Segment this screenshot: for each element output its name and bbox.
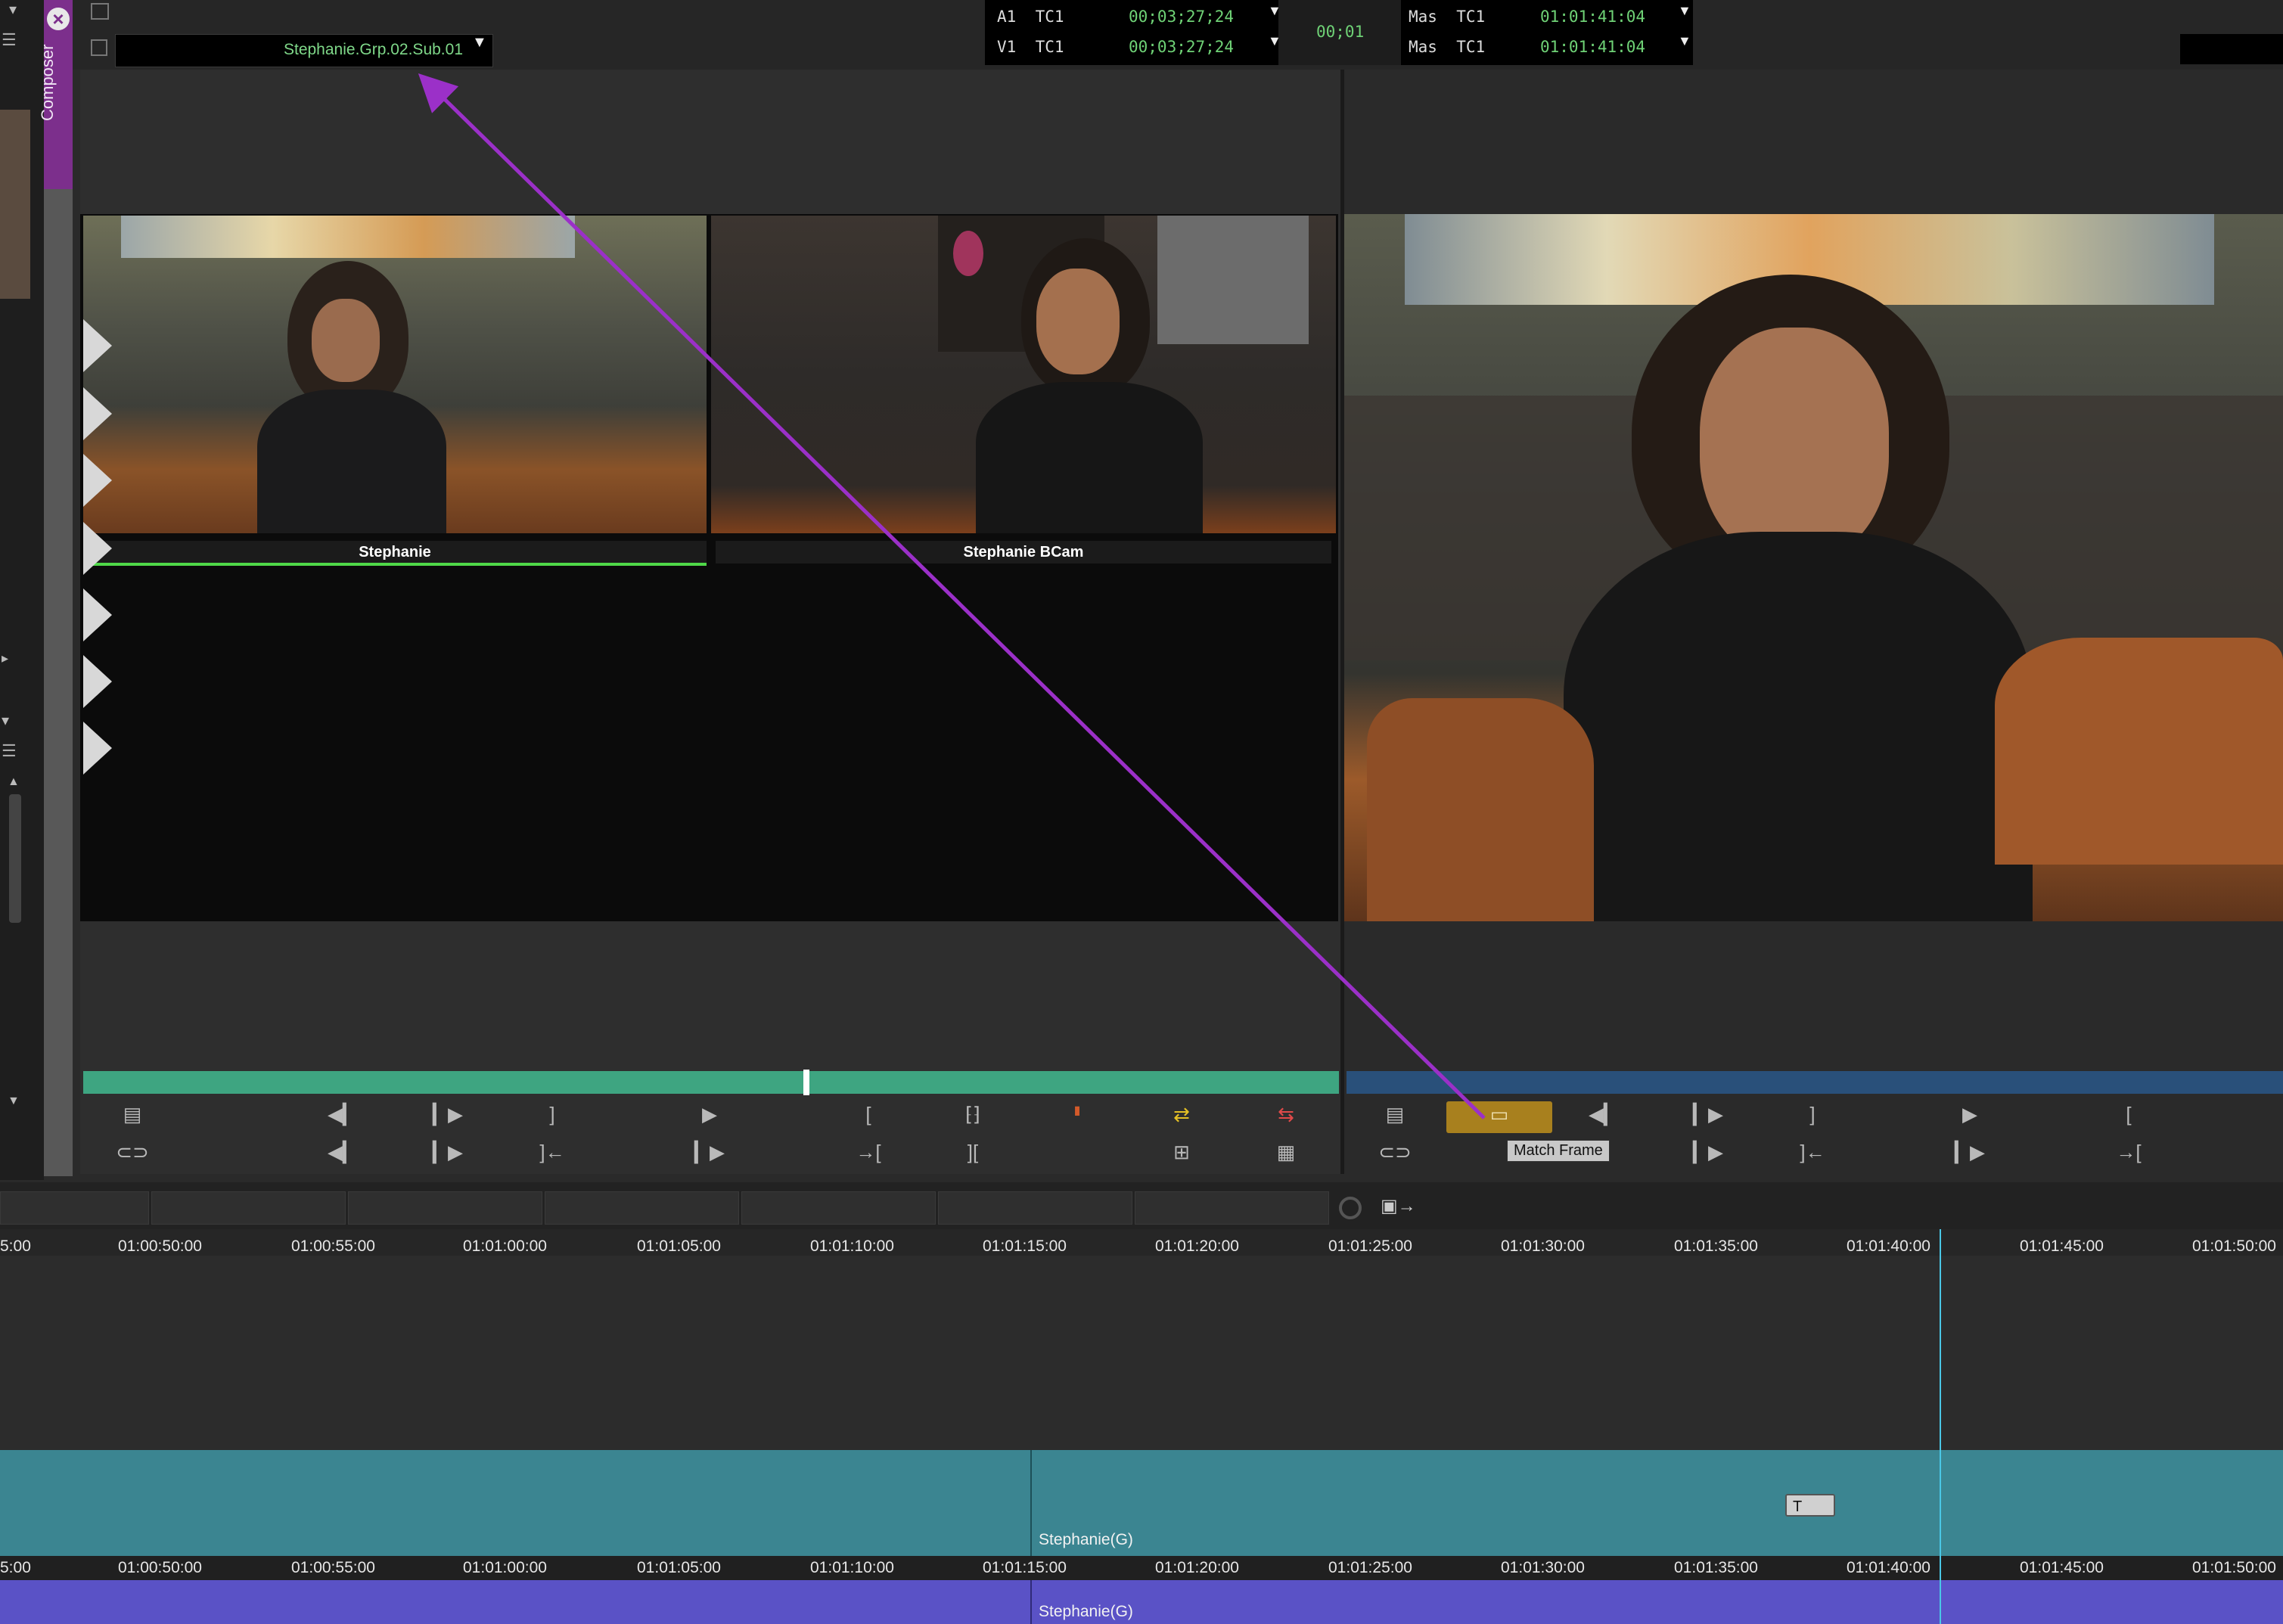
toolbar-slot[interactable] [545, 1191, 739, 1225]
ruler-tick: 01:01:00:00 [463, 1559, 547, 1576]
timeline-options-icon[interactable]: ▣→ [1381, 1195, 1426, 1221]
toolbar-slot[interactable] [0, 1191, 149, 1225]
ruler-tick: 01:01:10:00 [810, 1559, 894, 1576]
ruler-tick: 01:01:20:00 [1155, 1237, 1239, 1255]
timeline-playhead[interactable] [1940, 1229, 1941, 1624]
toolbar-slot[interactable] [348, 1191, 542, 1225]
video-clip-label: Stephanie(G) [1039, 1531, 1133, 1548]
ruler-tick: 01:01:35:00 [1674, 1237, 1758, 1255]
record-circle-icon[interactable] [1339, 1197, 1362, 1219]
edit-point[interactable] [1030, 1450, 1032, 1556]
ruler-tick: 01:01:25:00 [1328, 1237, 1412, 1255]
ruler-tick: 01:01:45:00 [2020, 1237, 2104, 1255]
ruler-tick: 01:01:15:00 [983, 1559, 1067, 1576]
ruler-tick: 01:00:50:00 [118, 1237, 202, 1255]
ruler-tick: 01:01:20:00 [1155, 1559, 1239, 1576]
ruler-tick: 01:01:25:00 [1328, 1559, 1412, 1576]
ruler-tick: 01:01:40:00 [1847, 1559, 1930, 1576]
ruler-tick: 01:01:05:00 [637, 1237, 721, 1255]
edit-point[interactable] [1030, 1580, 1032, 1624]
ruler-tick: 01:01:45:00 [2020, 1559, 2104, 1576]
ruler-tick: 01:01:15:00 [983, 1237, 1067, 1255]
ruler-tick: 01:00:55:00 [291, 1237, 375, 1255]
ruler-tick: 01:01:40:00 [1847, 1237, 1930, 1255]
ruler-tick: 01:01:05:00 [637, 1559, 721, 1576]
toolbar-slot[interactable] [741, 1191, 936, 1225]
audio-clip-label: Stephanie(G) [1039, 1603, 1133, 1620]
ruler-tick: 01:01:30:00 [1501, 1237, 1585, 1255]
ruler-tick: 01:01:50:00 [2192, 1237, 2276, 1255]
ruler-tick: 5:00 [0, 1559, 31, 1576]
title-effect-icon[interactable]: T [1785, 1494, 1835, 1517]
toolbar-slot[interactable] [938, 1191, 1132, 1225]
ruler-tick: 01:01:35:00 [1674, 1559, 1758, 1576]
ruler-tick: 01:01:10:00 [810, 1237, 894, 1255]
ruler-tick: 5:00 [0, 1237, 31, 1255]
toolbar-slot[interactable] [1135, 1191, 1329, 1225]
ruler-tick: 01:01:00:00 [463, 1237, 547, 1255]
ruler-tick: 01:00:50:00 [118, 1559, 202, 1576]
ruler-tick: 01:01:50:00 [2192, 1559, 2276, 1576]
toolbar-slot[interactable] [151, 1191, 346, 1225]
ruler-tick: 01:00:55:00 [291, 1559, 375, 1576]
ruler-tick: 01:01:30:00 [1501, 1559, 1585, 1576]
